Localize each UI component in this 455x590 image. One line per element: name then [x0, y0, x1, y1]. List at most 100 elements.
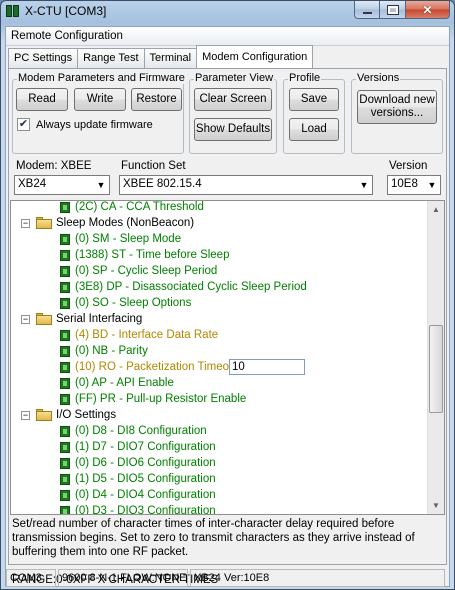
- modem-params-legend: Modem Parameters and Firmware: [17, 72, 186, 84]
- header-title: Remote Configuration: [11, 30, 123, 42]
- app-window: X-CTU [COM3] ✕ Remote Configuration PC S…: [0, 0, 455, 590]
- scroll-up-icon[interactable]: ▲: [428, 201, 444, 218]
- restore-button[interactable]: Restore: [131, 88, 182, 111]
- tree-folder-label: Sleep Modes (NonBeacon): [56, 217, 195, 229]
- save-profile-button[interactable]: Save: [289, 88, 339, 111]
- tab-strip: PC Settings Range Test Terminal Modem Co…: [8, 45, 314, 68]
- remote-config-header: Remote Configuration: [6, 27, 449, 46]
- parameter-icon: [60, 330, 70, 341]
- version-label: Version: [389, 160, 428, 172]
- profile-group: Profile Save Load: [283, 72, 345, 154]
- read-button[interactable]: Read: [16, 88, 68, 111]
- client-area: Remote Configuration PC Settings Range T…: [5, 26, 450, 587]
- download-line-2: versions...: [370, 107, 424, 119]
- tree-param-label: (0) SM - Sleep Mode: [75, 233, 182, 245]
- tree-param-label: (0) SO - Sleep Options: [75, 297, 192, 309]
- chevron-down-icon: ▼: [359, 180, 369, 190]
- tab-modem-configuration[interactable]: Modem Configuration: [196, 45, 314, 68]
- tree-param-label: (0) D8 - DI8 Configuration: [75, 425, 207, 437]
- version-select-value: 10E8: [391, 178, 418, 190]
- close-button[interactable]: ✕: [406, 1, 450, 19]
- tab-range-test[interactable]: Range Test: [77, 48, 145, 68]
- parameter-description: Set/read number of character times of in…: [12, 518, 415, 558]
- parameter-icon: [60, 202, 70, 213]
- parameter-icon: [60, 474, 70, 485]
- always-update-firmware-checkbox[interactable]: ✔ Always update firmware: [17, 118, 153, 131]
- parameter-icon: [60, 378, 70, 389]
- tree-param-label: (0) D6 - DIO6 Configuration: [75, 457, 216, 469]
- clear-screen-button[interactable]: Clear Screen: [194, 88, 272, 111]
- folder-icon: [36, 409, 52, 421]
- tree-param-label: (10) RO - Packetization Timeout: [75, 361, 239, 373]
- tab-terminal[interactable]: Terminal: [143, 48, 198, 68]
- checkbox-check-icon: ✔: [17, 118, 30, 131]
- status-bar: COM3 9600 8-N-1 FLOW:NONE XB24 Ver:10E8: [6, 569, 449, 587]
- minimize-button[interactable]: [354, 1, 380, 19]
- tree-param-label: (0) SP - Cyclic Sleep Period: [75, 265, 218, 277]
- window-title: X-CTU [COM3]: [25, 4, 107, 18]
- versions-legend: Versions: [356, 72, 401, 84]
- load-profile-button[interactable]: Load: [289, 118, 339, 141]
- parameter-icon: [60, 506, 70, 514]
- tree-folder-label: I/O Settings: [56, 409, 117, 421]
- parameter-icon: [60, 426, 70, 437]
- title-bar[interactable]: X-CTU [COM3] ✕: [1, 1, 454, 21]
- modem-params-group: Modem Parameters and Firmware Read Write…: [12, 72, 186, 154]
- parameter-icon: [60, 442, 70, 453]
- modem-select[interactable]: XB24 ▼: [14, 175, 110, 195]
- versions-group: Versions Download new versions...: [351, 72, 443, 154]
- parameter-view-legend: Parameter View: [194, 72, 275, 84]
- parameter-icon: [60, 346, 70, 357]
- function-set-select[interactable]: XBEE 802.15.4 ▼: [119, 175, 373, 195]
- folder-icon: [36, 217, 52, 229]
- maximize-button[interactable]: [380, 1, 406, 19]
- parameter-icon: [60, 458, 70, 469]
- function-set-label: Function Set: [121, 160, 186, 172]
- collapse-icon[interactable]: −: [21, 411, 30, 420]
- modem-config-panel: Modem Parameters and Firmware Read Write…: [8, 68, 447, 586]
- tree-param-label: (1) D5 - DIO5 Configuration: [75, 473, 216, 485]
- tree-param-label: (4) BD - Interface Data Rate: [75, 329, 219, 341]
- tree-param-label: (1) D7 - DIO7 Configuration: [75, 441, 216, 453]
- parameter-icon: [60, 490, 70, 501]
- version-select[interactable]: 10E8 ▼: [387, 175, 441, 195]
- status-modem: XB24 Ver:10E8: [190, 569, 445, 587]
- tree-param-label: (1388) ST - Time before Sleep: [75, 249, 230, 261]
- show-defaults-button[interactable]: Show Defaults: [194, 118, 272, 141]
- collapse-icon[interactable]: −: [21, 315, 30, 324]
- parameter-tree[interactable]: (2C) CA - CCA Threshold − Sleep Modes (Non…: [10, 200, 445, 515]
- parameter-icon: [60, 282, 70, 293]
- profile-legend: Profile: [288, 72, 322, 84]
- parameter-view-group: Parameter View Clear Screen Show Default…: [189, 72, 277, 154]
- parameter-icon: [60, 298, 70, 309]
- tree-scrollbar[interactable]: ▲ ▼: [427, 201, 444, 514]
- parameter-icon: [60, 362, 70, 373]
- tree-param-label: (0) AP - API Enable: [75, 377, 174, 389]
- write-button[interactable]: Write: [74, 88, 126, 111]
- tree-param-label: (0) D4 - DIO4 Configuration: [75, 489, 216, 501]
- tree-param-label: (3E8) DP - Disassociated Cyclic Sleep Pe…: [75, 281, 307, 293]
- parameter-icon: [60, 250, 70, 261]
- window-controls: ✕: [354, 1, 450, 19]
- tab-pc-settings[interactable]: PC Settings: [8, 48, 79, 68]
- status-settings: 9600 8-N-1 FLOW:NONE: [58, 569, 188, 587]
- scroll-thumb[interactable]: [429, 325, 443, 413]
- tree-param-label: (0) D3 - DIO3 Configuration: [75, 505, 216, 515]
- always-update-label: Always update firmware: [36, 118, 153, 131]
- maximize-icon: [386, 4, 399, 15]
- tree-folder-label: Serial Interfacing: [56, 313, 143, 325]
- minimize-icon: [362, 11, 372, 14]
- download-versions-button[interactable]: Download new versions...: [357, 90, 437, 124]
- status-port: COM3: [6, 569, 56, 587]
- parameter-icon: [60, 234, 70, 245]
- parameter-icon: [60, 266, 70, 277]
- scroll-down-icon[interactable]: ▼: [428, 497, 444, 514]
- tree-param-label: (0) NB - Parity: [75, 345, 148, 357]
- parameter-edit-field[interactable]: 10: [229, 359, 305, 375]
- close-icon: ✕: [422, 2, 433, 17]
- collapse-icon[interactable]: −: [21, 219, 30, 228]
- modem-label: Modem: XBEE: [16, 160, 92, 172]
- modem-select-value: XB24: [18, 178, 47, 190]
- parameter-icon: [60, 394, 70, 405]
- download-line-1: Download new: [359, 94, 435, 106]
